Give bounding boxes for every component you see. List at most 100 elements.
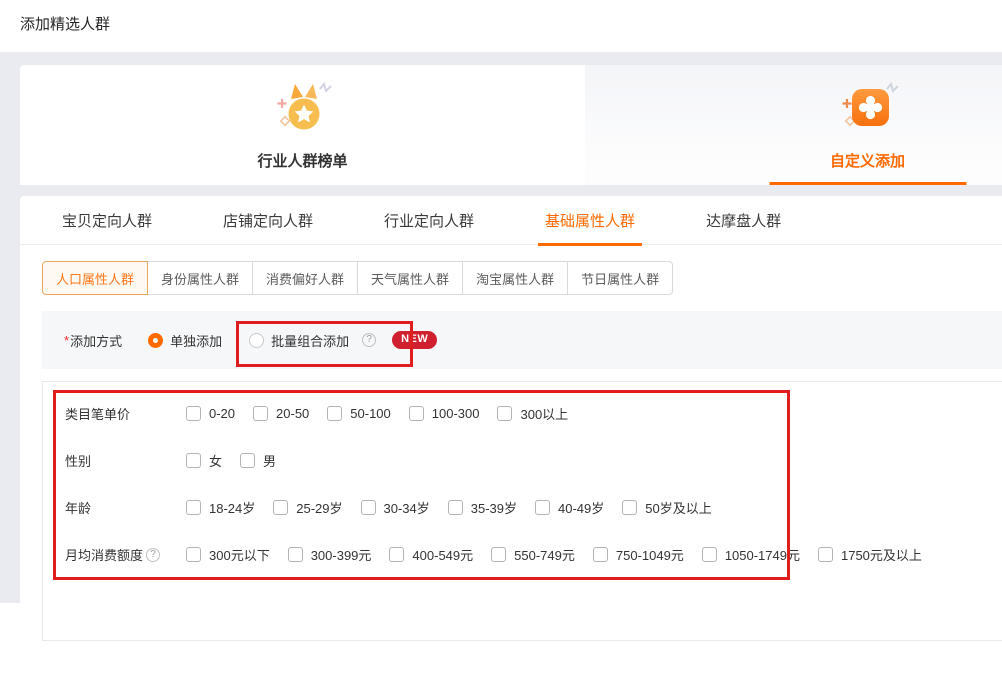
checkbox-label: 25-29岁 <box>296 498 342 517</box>
radio-unselected-icon[interactable] <box>249 333 264 348</box>
checkbox-box[interactable] <box>361 500 376 515</box>
checkbox-box[interactable] <box>622 500 637 515</box>
top-tab-label: 行业人群榜单 <box>257 150 347 171</box>
filter-label: 年龄 <box>65 498 186 517</box>
filter-row-age: 年龄 18-24岁 25-29岁 30-34岁 35-39岁 40-49岁 50… <box>43 484 1002 531</box>
checkbox-box[interactable] <box>702 547 717 562</box>
filter-row-category-price: 类目笔单价 0-20 20-50 50-100 100-300 300以上 <box>43 390 1002 437</box>
checkbox-label: 女 <box>209 451 222 470</box>
checkbox-option[interactable]: 男 <box>240 451 276 470</box>
checkbox-box[interactable] <box>186 500 201 515</box>
content-card: 宝贝定向人群 店铺定向人群 行业定向人群 基础属性人群 达摩盘人群 人口属性人群… <box>20 196 1002 676</box>
nav-tab-shop-targeting[interactable]: 店铺定向人群 <box>216 210 320 244</box>
checkbox-box[interactable] <box>491 547 506 562</box>
sub-tab-demographic[interactable]: 人口属性人群 <box>42 261 148 295</box>
checkbox-box[interactable] <box>273 500 288 515</box>
checkbox-box[interactable] <box>448 500 463 515</box>
checkbox-option[interactable]: 35-39岁 <box>448 498 517 517</box>
checkbox-label: 400-549元 <box>412 545 473 564</box>
filter-label: 月均消费额度 ? <box>65 545 186 564</box>
checkbox-option[interactable]: 100-300 <box>409 406 480 421</box>
checkbox-label: 300元以下 <box>209 545 270 564</box>
checkbox-label: 1750元及以上 <box>841 545 922 564</box>
checkbox-box[interactable] <box>186 406 201 421</box>
checkbox-label: 300以上 <box>520 404 568 423</box>
checkbox-label: 1050-1749元 <box>725 545 800 564</box>
new-badge: NEW <box>392 331 437 349</box>
nav-tab-damopan[interactable]: 达摩盘人群 <box>699 210 788 244</box>
checkbox-box[interactable] <box>288 547 303 562</box>
checkbox-option[interactable]: 750-1049元 <box>593 545 684 564</box>
checkbox-option[interactable]: 300-399元 <box>288 545 372 564</box>
sub-tabs: 人口属性人群 身份属性人群 消费偏好人群 天气属性人群 淘宝属性人群 节日属性人… <box>42 261 673 295</box>
radio-label: 单独添加 <box>170 331 222 350</box>
checkbox-label: 750-1049元 <box>616 545 684 564</box>
radio-selected-icon[interactable] <box>148 333 163 348</box>
help-icon[interactable]: ? <box>146 548 160 562</box>
sub-tab-festival[interactable]: 节日属性人群 <box>567 261 673 295</box>
checkbox-label: 100-300 <box>432 406 480 421</box>
checkbox-box[interactable] <box>186 453 201 468</box>
checkbox-label: 50岁及以上 <box>645 498 711 517</box>
filter-label-text: 月均消费额度 <box>65 545 143 564</box>
checkbox-option[interactable]: 女 <box>186 451 222 470</box>
sub-tab-identity[interactable]: 身份属性人群 <box>147 261 253 295</box>
checkbox-option[interactable]: 550-749元 <box>491 545 575 564</box>
checkbox-option[interactable]: 50岁及以上 <box>622 498 711 517</box>
checkbox-option[interactable]: 1050-1749元 <box>702 545 800 564</box>
checkbox-option[interactable]: 25-29岁 <box>273 498 342 517</box>
top-tab-custom-add[interactable]: 自定义添加 <box>585 65 1002 185</box>
sub-tab-consumption-preference[interactable]: 消费偏好人群 <box>252 261 358 295</box>
checkbox-box[interactable] <box>186 547 201 562</box>
nav-tab-item-targeting[interactable]: 宝贝定向人群 <box>55 210 159 244</box>
checkbox-box[interactable] <box>240 453 255 468</box>
sub-tab-taobao[interactable]: 淘宝属性人群 <box>462 261 568 295</box>
radio-option-batch-combo-add[interactable]: 批量组合添加 ? NEW <box>249 331 437 350</box>
radio-label: 批量组合添加 <box>271 331 349 350</box>
filter-options: 18-24岁 25-29岁 30-34岁 35-39岁 40-49岁 50岁及以… <box>186 498 712 517</box>
medal-icon <box>270 80 336 143</box>
puzzle-icon <box>835 80 901 143</box>
checkbox-label: 50-100 <box>350 406 390 421</box>
checkbox-option[interactable]: 1750元及以上 <box>818 545 922 564</box>
required-asterisk: * <box>64 333 69 348</box>
checkbox-option[interactable]: 20-50 <box>253 406 309 421</box>
checkbox-box[interactable] <box>497 406 512 421</box>
checkbox-option[interactable]: 40-49岁 <box>535 498 604 517</box>
checkbox-box[interactable] <box>409 406 424 421</box>
radio-option-single-add[interactable]: 单独添加 <box>148 331 222 350</box>
help-icon[interactable]: ? <box>362 333 376 347</box>
header-card: 行业人群榜单 <box>20 65 1002 185</box>
checkbox-option[interactable]: 50-100 <box>327 406 390 421</box>
add-mode-panel: * 添加方式 单独添加 批量组合添加 ? NEW <box>42 311 1002 369</box>
filter-options: 0-20 20-50 50-100 100-300 300以上 <box>186 404 568 423</box>
checkbox-box[interactable] <box>593 547 608 562</box>
checkbox-option[interactable]: 400-549元 <box>389 545 473 564</box>
checkbox-label: 35-39岁 <box>471 498 517 517</box>
nav-tab-industry-targeting[interactable]: 行业定向人群 <box>377 210 481 244</box>
nav-tab-basic-attributes[interactable]: 基础属性人群 <box>538 210 642 246</box>
checkbox-box[interactable] <box>818 547 833 562</box>
filters-panel: 类目笔单价 0-20 20-50 50-100 100-300 300以上 性别… <box>42 381 1002 641</box>
filter-row-gender: 性别 女 男 <box>43 437 1002 484</box>
checkbox-label: 300-399元 <box>311 545 372 564</box>
checkbox-label: 男 <box>263 451 276 470</box>
filter-options: 女 男 <box>186 451 276 470</box>
checkbox-label: 40-49岁 <box>558 498 604 517</box>
checkbox-box[interactable] <box>253 406 268 421</box>
page-title: 添加精选人群 <box>20 13 110 34</box>
checkbox-box[interactable] <box>535 500 550 515</box>
checkbox-box[interactable] <box>327 406 342 421</box>
checkbox-box[interactable] <box>389 547 404 562</box>
filter-label: 性别 <box>65 451 186 470</box>
filter-label: 类目笔单价 <box>65 404 186 423</box>
checkbox-label: 20-50 <box>276 406 309 421</box>
checkbox-option[interactable]: 300元以下 <box>186 545 270 564</box>
checkbox-option[interactable]: 0-20 <box>186 406 235 421</box>
checkbox-option[interactable]: 18-24岁 <box>186 498 255 517</box>
top-tab-industry-ranking[interactable]: 行业人群榜单 <box>20 65 585 185</box>
sub-tab-weather[interactable]: 天气属性人群 <box>357 261 463 295</box>
checkbox-option[interactable]: 30-34岁 <box>361 498 430 517</box>
checkbox-option[interactable]: 300以上 <box>497 404 568 423</box>
add-mode-label: 添加方式 <box>70 331 122 350</box>
